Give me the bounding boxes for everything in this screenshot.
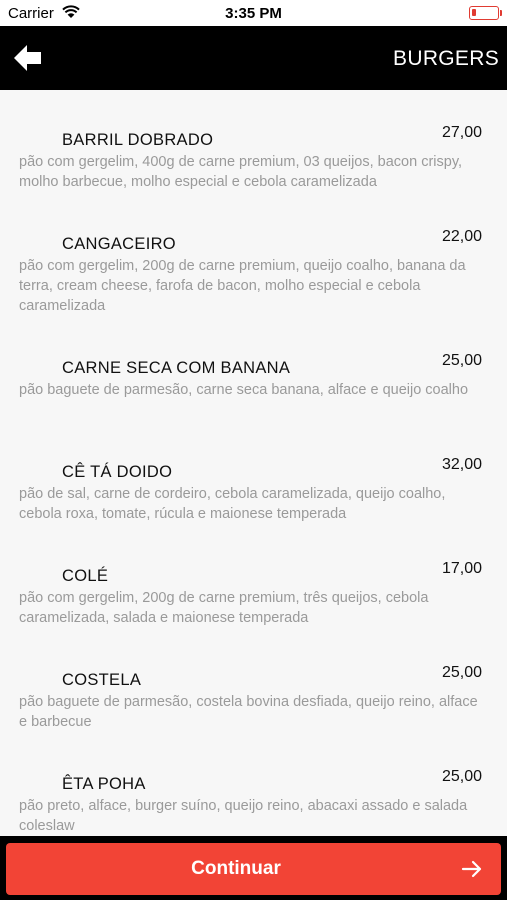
item-description: pão baguete de parmesão, costela bovina … <box>19 694 478 730</box>
item-description: pão com gergelim, 200g de carne premium,… <box>19 258 466 314</box>
item-name: CÊ TÁ DOIDO <box>62 463 173 481</box>
item-name: COSTELA <box>62 671 142 689</box>
item-price: 17,00 <box>441 560 482 577</box>
list-item[interactable]: COSTELA 25,00 pão baguete de parmesão, c… <box>0 662 507 734</box>
navigation-bar: BURGERS <box>0 26 507 90</box>
list-item[interactable]: CÊ TÁ DOIDO 32,00 pão de sal, carne de c… <box>0 454 507 526</box>
back-button[interactable] <box>10 40 46 76</box>
item-price: 22,00 <box>441 228 482 245</box>
item-name: BARRIL DOBRADO <box>62 131 214 149</box>
menu-list[interactable]: BARRIL DOBRADO 27,00 pão com gergelim, 4… <box>0 90 507 836</box>
item-description: pão preto, alface, burger suíno, queijo … <box>19 798 468 834</box>
list-item[interactable]: ÊTA POHA 25,00 pão preto, alface, burger… <box>0 766 507 836</box>
status-time: 3:35 PM <box>225 5 282 22</box>
item-name: COLÉ <box>62 567 109 585</box>
item-price: 32,00 <box>441 456 482 473</box>
continue-button[interactable]: Continuar <box>6 843 501 895</box>
item-name: ÊTA POHA <box>62 775 146 793</box>
item-name: CANGACEIRO <box>62 235 176 253</box>
item-price: 25,00 <box>441 352 482 369</box>
item-price: 27,00 <box>441 124 482 141</box>
item-price: 25,00 <box>441 768 482 785</box>
footer-bar: Continuar <box>0 836 507 900</box>
list-item[interactable]: BARRIL DOBRADO 27,00 pão com gergelim, 4… <box>0 122 507 194</box>
status-bar: Carrier 3:35 PM <box>0 0 507 26</box>
item-description: pão de sal, carne de cordeiro, cebola ca… <box>19 486 446 522</box>
arrow-left-icon <box>14 45 41 71</box>
item-description: pão com gergelim, 200g de carne premium,… <box>19 590 429 626</box>
item-description: pão baguete de parmesão, carne seca bana… <box>19 382 469 398</box>
list-item[interactable]: COLÉ 17,00 pão com gergelim, 200g de car… <box>0 558 507 630</box>
continue-label: Continuar <box>191 858 281 879</box>
item-price: 25,00 <box>441 664 482 681</box>
page-title: BURGERS <box>393 47 499 70</box>
battery-icon <box>469 6 502 20</box>
arrow-right-icon <box>461 860 482 878</box>
list-item[interactable]: CANGACEIRO 22,00 pão com gergelim, 200g … <box>0 226 507 318</box>
list-item[interactable]: CARNE SECA COM BANANA 25,00 pão baguete … <box>0 350 507 422</box>
item-description: pão com gergelim, 400g de carne premium,… <box>19 154 463 190</box>
item-name: CARNE SECA COM BANANA <box>62 359 291 377</box>
